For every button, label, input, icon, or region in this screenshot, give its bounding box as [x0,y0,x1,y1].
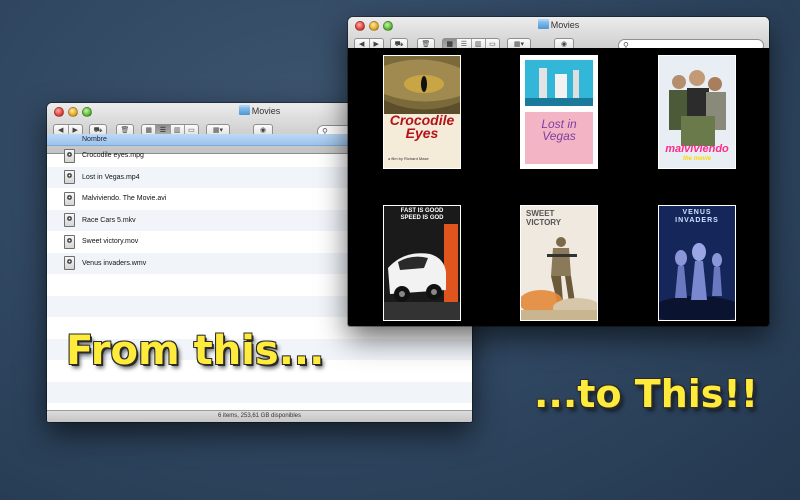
folder-icon [238,105,250,115]
folder-icon [537,19,549,29]
poster-crocodile-eyes[interactable]: Crocodile Eyes a film by Richard Mase [383,55,461,169]
caption-from-this: From this... [66,328,325,374]
video-file-icon [64,148,75,163]
vegas-skyline-icon [525,60,593,164]
empty-row [47,381,472,403]
cover-grid: Crocodile Eyes a film by Richard Mase Lo… [348,48,769,326]
window-title-wrap: Movies [348,19,769,31]
poster-malviviendo[interactable]: malviviendo the movie [658,55,736,169]
poster-credit: a film by Richard Mase [388,156,429,161]
arrange-icon: ▦▾ [513,41,525,48]
status-bar: 6 items, 253,61 GB disponibles [47,410,472,422]
window-title: Movies [251,106,281,116]
video-file-icon [64,234,75,249]
caption-to-this: ...to This!! [534,372,759,416]
poster-lost-in-vegas[interactable]: Lost in Vegas [520,55,598,169]
file-name: Race Cars 5.mkv [82,216,136,224]
trash-icon: 🗑 [120,127,130,134]
car-icon: ⛟ [93,127,103,134]
file-name: Sweet victory.mov [82,238,139,246]
poster-sweet-victory[interactable]: SWEET VICTORY [520,205,598,321]
file-name: Lost in Vegas.mp4 [82,173,140,181]
video-file-icon [64,213,75,228]
window-title: Movies [550,20,580,30]
file-name: Venus invaders.wmv [82,259,147,267]
car-icon: ⛟ [394,41,404,48]
arrange-icon: ▦▾ [212,127,224,134]
poster-title: Crocodile Eyes [389,112,455,141]
video-file-icon [64,170,75,185]
cover-view-window: Movies ◀ ▶ ⛟ 🗑 ▦ ☰ ▥ ▭ ▦▾ ◉ ⚲ Crocodile … [348,17,769,326]
sports-car-icon [384,224,460,320]
soldier-icon [521,237,597,320]
poster-venus-invaders[interactable]: VENUS INVADERS [658,205,736,321]
video-file-icon [64,191,75,206]
video-file-icon [64,256,75,271]
file-name: Malviviendo. The Movie.avi [82,195,167,203]
poster-title: Lost in Vegas [541,117,577,143]
file-name: Crocodile eyes.mpg [82,152,144,160]
poster-race-cars[interactable]: FAST IS GOOD SPEED IS GOD [383,205,461,321]
eye-icon: ◉ [259,127,267,134]
poster-title: VENUS INVADERS [675,209,719,224]
trash-icon: 🗑 [421,41,431,48]
poster-title: malviviendo the movie [665,143,729,163]
eye-icon: ◉ [560,41,568,48]
